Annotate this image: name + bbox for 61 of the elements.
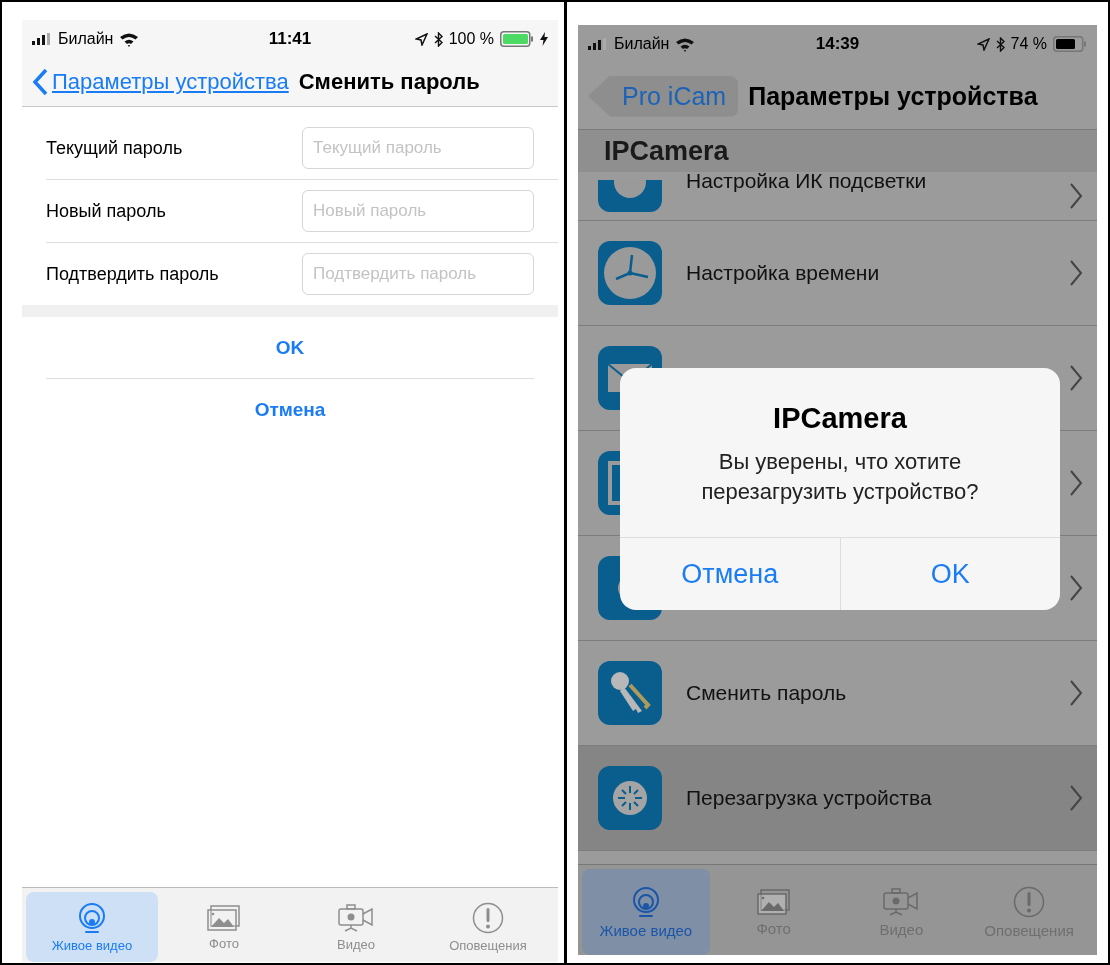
password-field[interactable]: Подтвердить пароль <box>302 253 534 295</box>
chevron-right-icon <box>1069 259 1083 287</box>
chevron-right-icon <box>1069 574 1083 602</box>
row-label: Настройка ИК подсветки <box>686 169 928 193</box>
password-field[interactable]: Текущий пароль <box>302 127 534 169</box>
section-header: IPCamera <box>578 130 1097 172</box>
field-label: Новый пароль <box>46 200 166 222</box>
row-label: Перезагрузка устройства <box>686 786 933 810</box>
chevron-right-icon <box>1069 364 1083 392</box>
field-label: Подтвердить пароль <box>46 263 219 285</box>
chevron-left-icon <box>32 68 48 96</box>
battery-percent: 100 % <box>448 30 494 48</box>
tab-bar-item[interactable]: Видео <box>290 892 422 962</box>
screen-title: Параметры устройства <box>748 81 1038 111</box>
location-arrow-icon <box>414 32 428 46</box>
row-label: Настройка времени <box>686 261 881 285</box>
location-arrow-icon <box>976 37 990 51</box>
carrier-name: Билайн <box>58 30 114 48</box>
pictures-icon <box>207 903 241 932</box>
settings-row[interactable]: Перезагрузка устройства <box>578 746 1097 851</box>
tab-bar-item[interactable]: Живое видео <box>26 892 158 962</box>
status-time: 14:39 <box>815 34 860 54</box>
settings-row[interactable]: Настройка ИК подсветки <box>578 172 1097 221</box>
exclamation-icon <box>472 901 504 934</box>
chevron-right-icon <box>1069 679 1083 707</box>
wifi-icon <box>119 31 140 47</box>
battery-percent: 74 % <box>1010 35 1047 53</box>
exclamation-icon <box>1013 885 1046 918</box>
settings-row[interactable]: Сменить пароль <box>578 641 1097 746</box>
settings-row[interactable]: Настройка времени <box>578 221 1097 326</box>
status-time: 11:41 <box>268 29 312 49</box>
carrier-name: Билайн <box>614 35 670 53</box>
tab-bar-item[interactable]: Фото <box>158 892 290 962</box>
dialog-button[interactable]: Отмена <box>620 538 840 610</box>
video-camera-icon <box>337 902 375 933</box>
dialog-message: Вы уверены, что хотите перезагрузить устройство? <box>700 448 980 506</box>
field-label: Текущий пароль <box>46 137 183 159</box>
back-link[interactable]: Параметры устройства <box>32 68 289 96</box>
pictures-icon <box>756 887 791 916</box>
chevron-right-icon <box>1069 469 1083 497</box>
wifi-icon <box>675 36 696 52</box>
signal-icon <box>32 33 52 45</box>
reboot-icon <box>598 766 662 830</box>
screen-title: Сменить пароль <box>298 69 480 95</box>
webcam-icon <box>76 901 108 934</box>
bluetooth-icon <box>995 36 1005 52</box>
video-camera-icon <box>882 886 921 917</box>
signal-icon <box>588 38 608 50</box>
row-label: Сменить пароль <box>686 681 848 705</box>
bluetooth-icon <box>433 31 443 47</box>
app-icon <box>598 180 662 212</box>
chevron-right-icon <box>1069 784 1083 812</box>
dialog-title: IPCamera <box>772 402 908 435</box>
tab-bar-item[interactable]: Оповещения <box>422 892 554 962</box>
chevron-right-icon <box>1069 182 1083 210</box>
tab-bar-item[interactable]: Живое видео <box>582 869 710 955</box>
dialog-button[interactable]: OK <box>839 538 1060 610</box>
charging-bolt-icon <box>540 32 548 46</box>
key-icon <box>598 661 662 725</box>
clock-icon <box>598 241 662 305</box>
password-field[interactable]: Новый пароль <box>302 190 534 232</box>
